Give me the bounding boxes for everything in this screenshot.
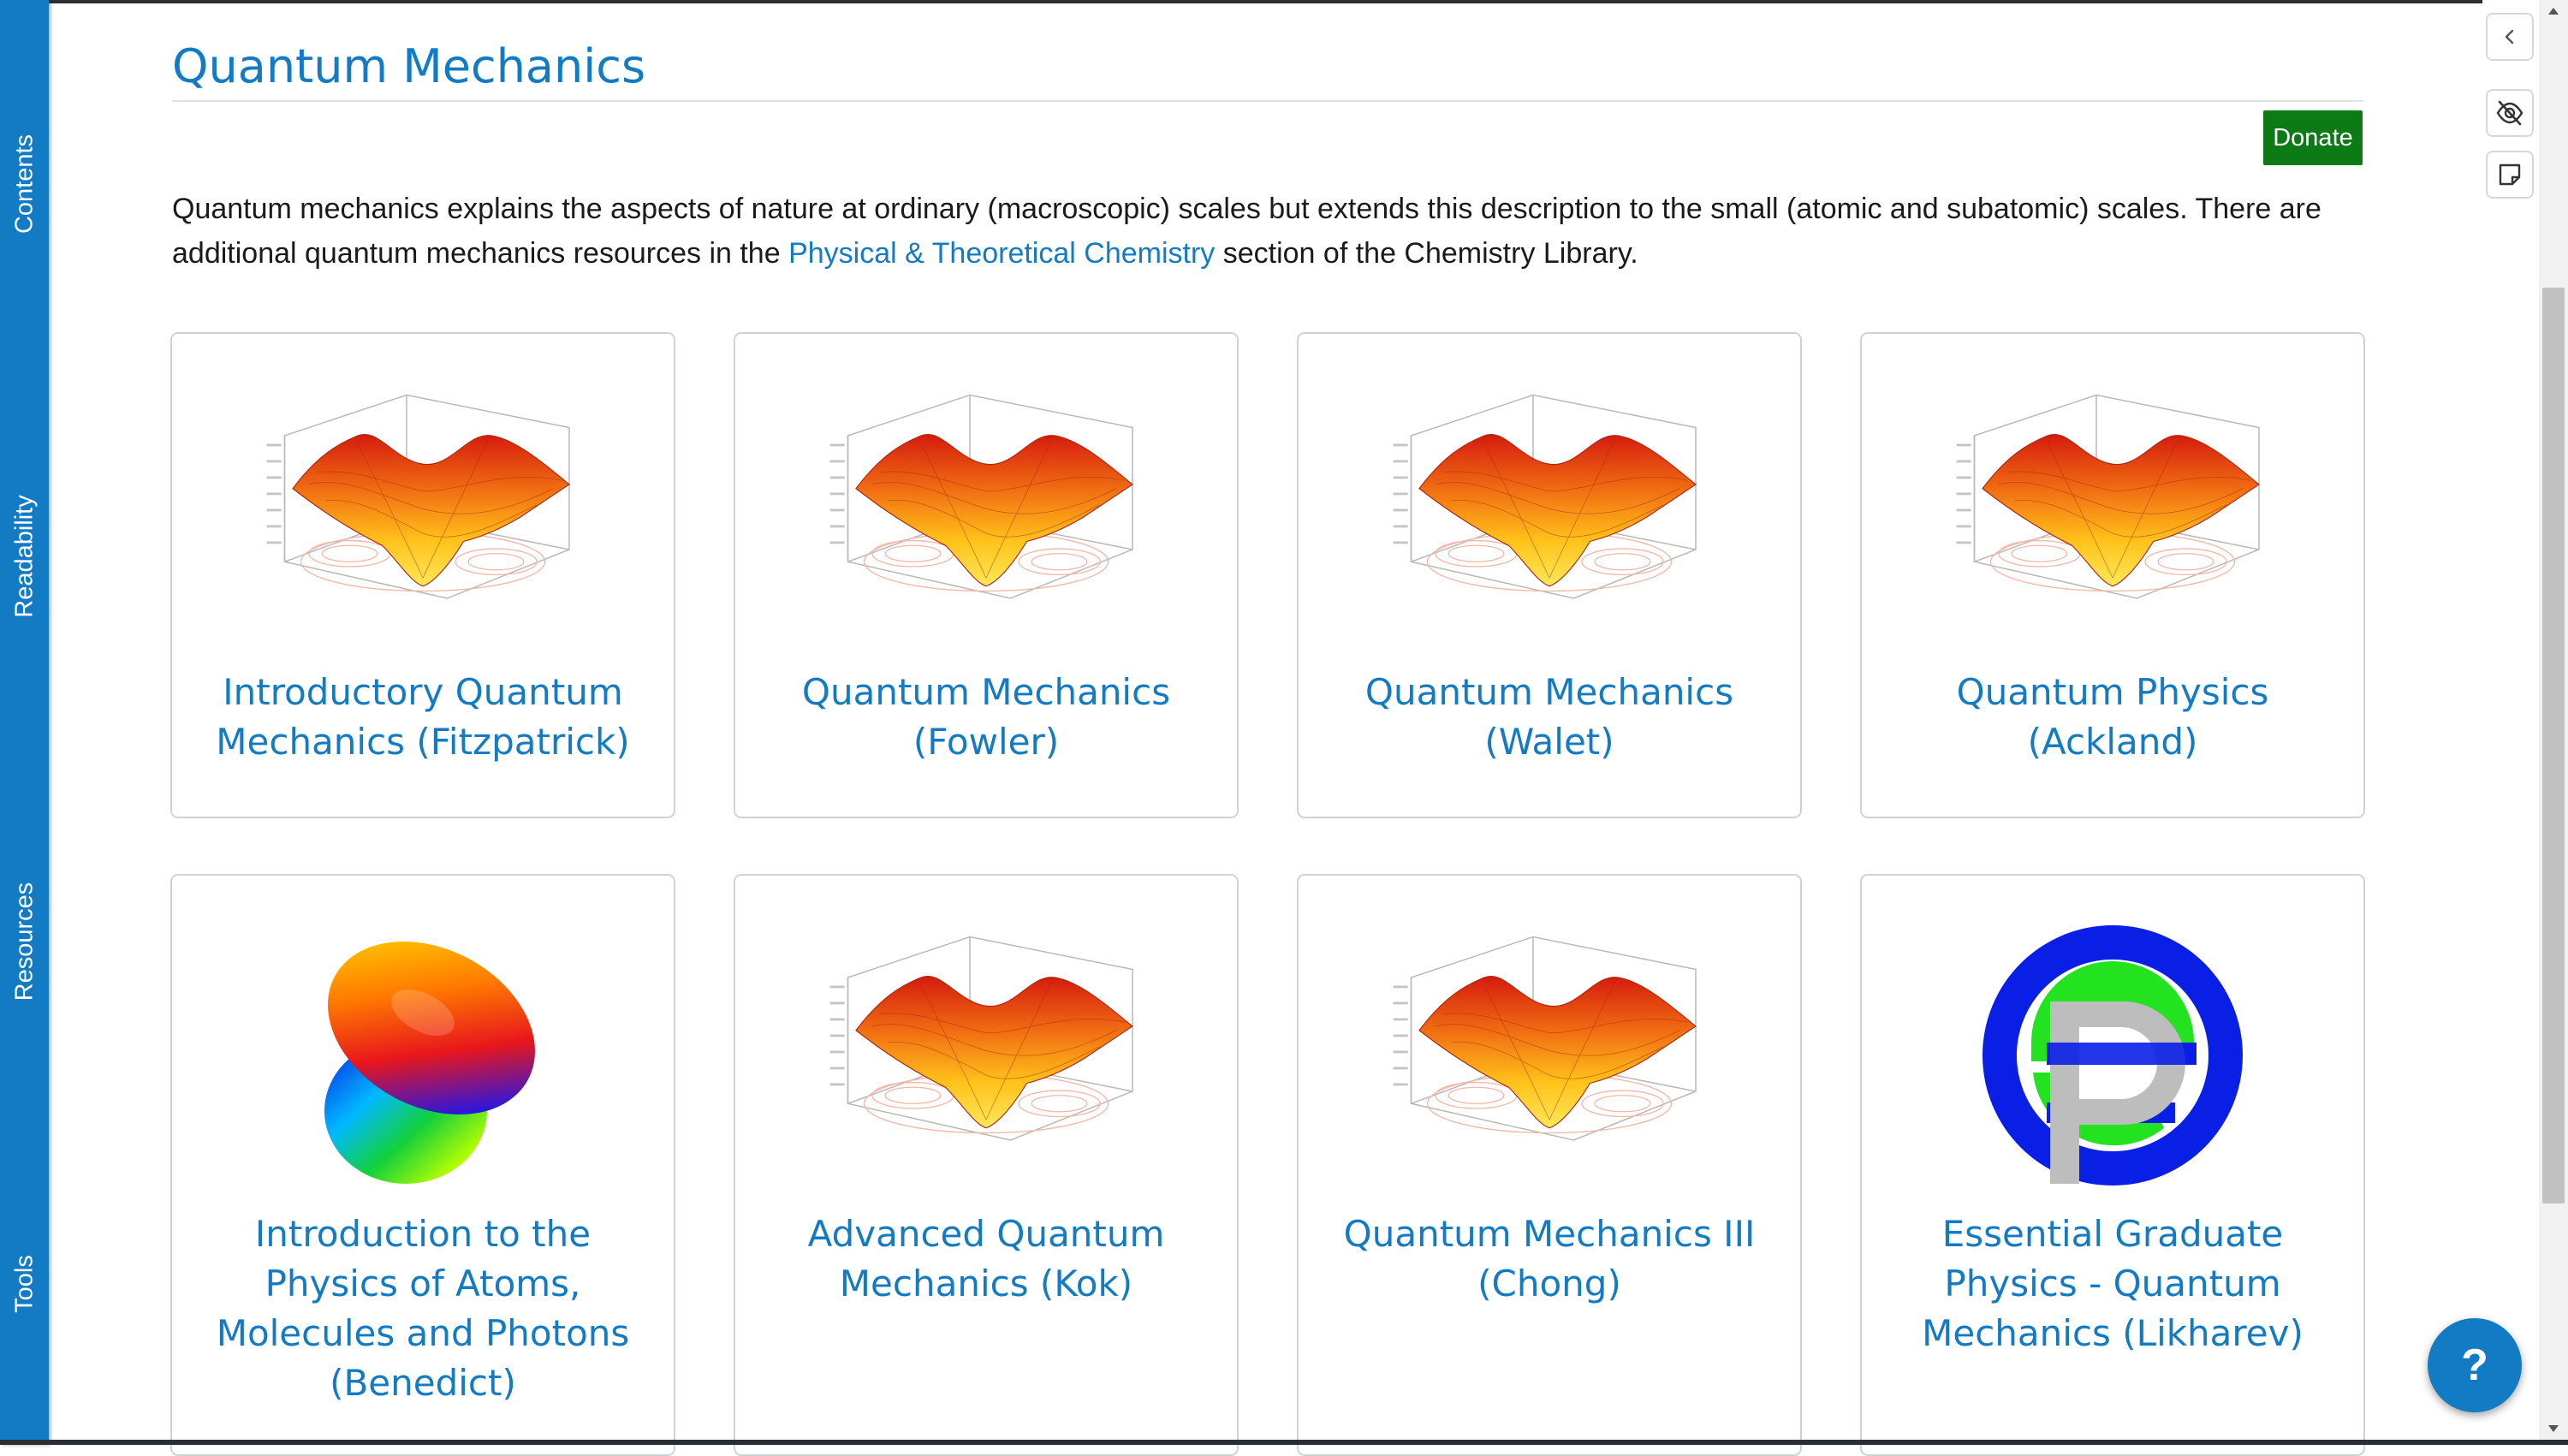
right-toolbar [2482, 0, 2539, 1445]
notes-button[interactable] [2486, 151, 2534, 199]
window-top-border [0, 0, 2568, 3]
book-card-walet[interactable]: Quantum Mechanics (Walet) [1297, 332, 1802, 818]
sidebar-tab-contents[interactable]: Contents [0, 103, 49, 265]
help-button[interactable]: ? [2428, 1318, 2522, 1412]
book-card-title: Quantum Mechanics (Walet) [1364, 671, 1734, 763]
sidebar-tab-label: Readability [10, 495, 38, 618]
book-card-kok[interactable]: Advanced Quantum Mechanics (Kok) [734, 874, 1239, 1456]
scrollbar-thumb[interactable] [2542, 288, 2565, 1203]
donate-button[interactable]: Donate [2263, 110, 2363, 165]
surface-plot-icon [823, 929, 1149, 1173]
hide-highlights-button[interactable] [2486, 89, 2534, 137]
book-card-fitzpatrick[interactable]: Introductory Quantum Mechanics (Fitzpatr… [170, 332, 675, 818]
surface-plot-icon [260, 387, 586, 631]
sidebar-tab-label: Tools [10, 1255, 38, 1313]
book-card-chong[interactable]: Quantum Mechanics III (Chong) [1297, 874, 1802, 1456]
intro-paragraph: Quantum mechanics explains the aspects o… [172, 187, 2363, 276]
book-card-title: Quantum Mechanics (Fowler) [801, 671, 1171, 763]
sidebar-tab-label: Contents [10, 134, 38, 235]
sidebar-tab-readability[interactable]: Readability [0, 462, 49, 651]
surface-plot-icon [823, 387, 1149, 631]
eye-off-icon [2496, 100, 2523, 126]
book-card-title: Quantum Mechanics III (Chong) [1343, 1213, 1756, 1304]
book-card-fowler[interactable]: Quantum Mechanics (Fowler) [734, 332, 1239, 818]
surface-plot-icon [1950, 387, 2275, 631]
left-sidebar: Contents Readability Resources Tools [0, 0, 49, 1445]
collapse-button[interactable] [2486, 13, 2534, 61]
book-card-ackland[interactable]: Quantum Physics (Ackland) [1860, 332, 2365, 818]
chevron-left-icon [2505, 29, 2514, 45]
sidebar-tab-resources[interactable]: Resources [0, 856, 49, 1027]
physical-theoretical-chemistry-link[interactable]: Physical & Theoretical Chemistry [788, 237, 1215, 270]
title-divider [172, 100, 2363, 102]
sidebar-tab-tools[interactable]: Tools [0, 1233, 49, 1335]
book-card-likharev[interactable]: Essential Graduate Physics - Quantum Mec… [1860, 874, 2365, 1456]
book-card-title: Essential Graduate Physics - Quantum Mec… [1922, 1213, 2303, 1354]
sidebar-tab-label: Resources [10, 882, 38, 1001]
page-title: Quantum Mechanics [172, 39, 646, 93]
book-card-title: Introductory Quantum Mechanics (Fitzpatr… [216, 671, 630, 763]
book-card-benedict[interactable]: Introduction to the Physics of Atoms, Mo… [170, 874, 675, 1456]
scroll-up-icon[interactable] [2546, 3, 2561, 19]
scroll-down-icon[interactable] [2546, 1421, 2561, 1436]
egp-logo-icon [1982, 925, 2243, 1186]
book-card-title: Advanced Quantum Mechanics (Kok) [807, 1213, 1165, 1304]
book-card-title: Introduction to the Physics of Atoms, Mo… [216, 1213, 630, 1404]
orbital-icon [324, 941, 535, 1184]
window-bottom-border [0, 1440, 2568, 1445]
intro-text-end: section of the Chemistry Library. [1215, 237, 1638, 270]
surface-plot-icon [1387, 387, 1712, 631]
book-card-title: Quantum Physics (Ackland) [1956, 671, 2269, 763]
surface-plot-icon [1387, 929, 1712, 1173]
sticky-note-icon [2499, 163, 2521, 186]
